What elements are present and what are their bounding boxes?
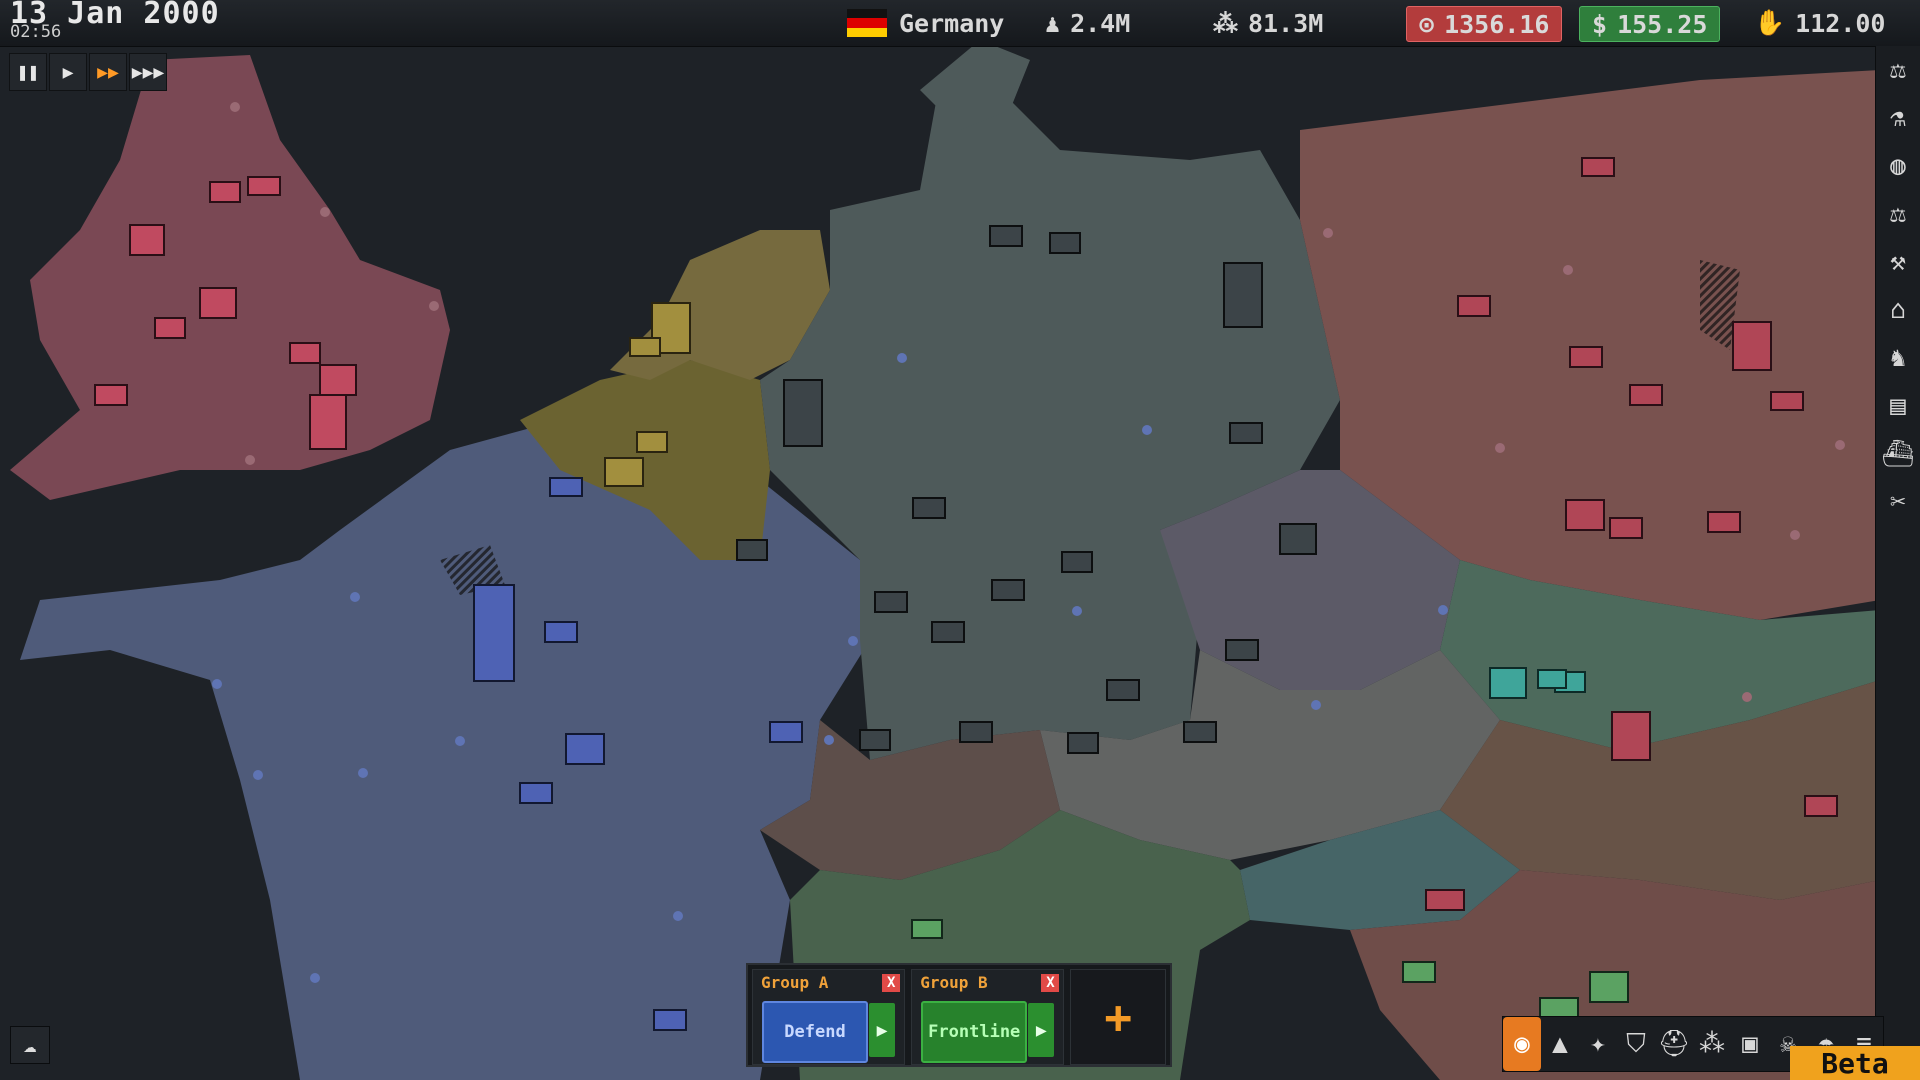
hand-icon: ✋ bbox=[1754, 8, 1786, 37]
manpower-value: 2.4M bbox=[1070, 8, 1131, 38]
group-mode-button[interactable]: Frontline bbox=[921, 1001, 1028, 1063]
political-power-stat[interactable]: ✋ 112.00 bbox=[1754, 6, 1885, 40]
group-card: Group B X Frontline ▶ bbox=[911, 969, 1065, 1065]
top-bar: 13 Jan 2000 02:56 Germany ♟ 2.4M ⁂ 81.3M… bbox=[0, 0, 1920, 47]
law-scales-icon[interactable]: ⚖ bbox=[1876, 190, 1920, 238]
terrain-mountain-icon[interactable]: ▲ bbox=[1541, 1017, 1579, 1071]
play-icon[interactable]: ▶ bbox=[869, 1003, 895, 1057]
fastest-forward-icon[interactable]: ▶▶▶ bbox=[129, 53, 167, 91]
play-icon[interactable]: ▶ bbox=[49, 53, 87, 91]
population-icon[interactable]: ⁂ bbox=[1693, 1017, 1731, 1071]
army-soldier-icon[interactable]: ♞ bbox=[1876, 334, 1920, 382]
game-time: 02:56 bbox=[10, 22, 62, 42]
speed-controls: ❚❚ ▶ ▶▶ ▶▶▶ bbox=[9, 53, 167, 91]
research-stat[interactable]: ⊙ 1356.16 bbox=[1406, 6, 1563, 42]
money-stat[interactable]: $ 155.25 bbox=[1579, 6, 1721, 42]
population-stat[interactable]: ⁂ 81.3M bbox=[1213, 6, 1323, 40]
settings-icon[interactable]: ✂ bbox=[1876, 478, 1920, 526]
navy-ship-icon[interactable]: ⛴ bbox=[1876, 430, 1920, 478]
right-sidebar: ⚖ ⚗ ◍ ⚖ ⚒ ⌂ ♞ ▤ ⛴ ✂ bbox=[1875, 46, 1920, 1080]
play-icon[interactable]: ▶ bbox=[1028, 1003, 1055, 1057]
country-indicator[interactable]: Germany bbox=[847, 6, 1004, 40]
money-value: 155.25 bbox=[1617, 9, 1708, 39]
political-power-value: 112.00 bbox=[1795, 8, 1886, 38]
supply-icon[interactable]: ▤ bbox=[1876, 382, 1920, 430]
twitter-icon[interactable]: ✦ bbox=[1579, 1017, 1617, 1071]
diplomacy-icon[interactable]: ⚖ bbox=[1876, 46, 1920, 94]
close-group-button[interactable]: X bbox=[882, 974, 901, 992]
germany-flag-icon bbox=[847, 9, 887, 37]
research-value: 1356.16 bbox=[1444, 9, 1550, 39]
production-tools-icon[interactable]: ⚒ bbox=[1876, 238, 1920, 286]
group-mode-button[interactable]: Defend bbox=[762, 1001, 868, 1063]
game-map[interactable] bbox=[0, 0, 1920, 1080]
resource-jar-icon[interactable]: ▣ bbox=[1731, 1017, 1769, 1071]
group-title: Group A bbox=[761, 973, 829, 992]
army-groups-panel: Group A X Defend ▶ Group B X Frontline ▶… bbox=[746, 963, 1172, 1067]
pause-icon[interactable]: ❚❚ bbox=[9, 53, 47, 91]
chat-icon[interactable]: ☁ bbox=[10, 1026, 50, 1064]
country-name: Germany bbox=[899, 8, 1005, 38]
economy-coins-icon[interactable]: ◍ bbox=[1876, 142, 1920, 190]
add-group-button[interactable]: + bbox=[1070, 969, 1166, 1065]
visibility-eye-icon[interactable]: ◉ bbox=[1503, 1017, 1541, 1071]
fast-forward-icon[interactable]: ▶▶ bbox=[89, 53, 127, 91]
population-value: 81.3M bbox=[1248, 8, 1324, 38]
beta-badge: Beta bbox=[1790, 1046, 1920, 1080]
research-icon: ⊙ bbox=[1419, 9, 1435, 39]
manpower-stat[interactable]: ♟ 2.4M bbox=[1045, 6, 1130, 40]
people-icon: ⁂ bbox=[1213, 8, 1238, 38]
soldier-icon: ♟ bbox=[1045, 8, 1061, 38]
close-group-button[interactable]: X bbox=[1041, 974, 1060, 992]
group-card: Group A X Defend ▶ bbox=[752, 969, 906, 1065]
defense-shield-icon[interactable]: ⛉ bbox=[1617, 1017, 1655, 1071]
helmet-icon[interactable]: ⛑ bbox=[1655, 1017, 1693, 1071]
dollar-icon: $ bbox=[1592, 9, 1608, 39]
group-title: Group B bbox=[920, 973, 988, 992]
research-flask-icon[interactable]: ⚗ bbox=[1876, 94, 1920, 142]
building-icon[interactable]: ⌂ bbox=[1876, 286, 1920, 334]
